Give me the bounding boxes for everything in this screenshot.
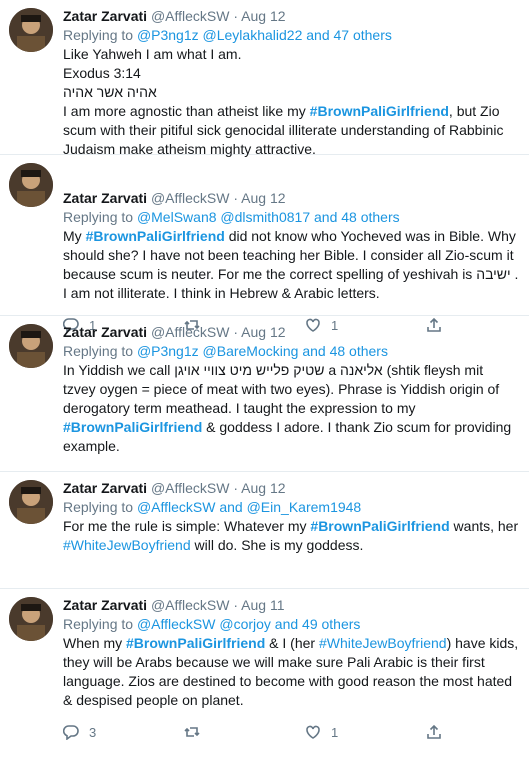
hashtag-link[interactable]: #BrownPaliGirlfriend	[86, 228, 225, 244]
tweet-date[interactable]: Aug 12	[241, 480, 285, 496]
tweet-header: Zatar Zarvati @AffleckSW · Aug 12	[63, 0, 519, 26]
handle[interactable]: @AffleckSW	[151, 324, 230, 340]
tweet-header: Zatar Zarvati @AffleckSW · Aug 11	[63, 589, 519, 615]
retweet-icon	[184, 727, 200, 737]
tweet[interactable]: Zatar Zarvati @AffleckSW · Aug 12 Replyi…	[0, 472, 529, 589]
text-segment: wants, her	[449, 518, 519, 534]
separator: ·	[233, 190, 239, 206]
avatar[interactable]	[9, 163, 53, 207]
replying-to-label: Replying to	[63, 209, 134, 225]
reply-icon	[63, 725, 79, 740]
share-icon	[427, 724, 441, 739]
avatar[interactable]	[9, 597, 53, 641]
handle[interactable]: @AffleckSW	[151, 597, 230, 613]
tweet-text: My #BrownPaliGirlfriend did not know who…	[63, 227, 519, 303]
handle[interactable]: @AffleckSW	[151, 190, 230, 206]
text-line: Like Yahweh I am what I am.	[63, 46, 242, 62]
handle[interactable]: @AffleckSW	[151, 8, 230, 24]
like-button[interactable]: 1	[305, 724, 426, 740]
replying-to-label: Replying to	[63, 343, 134, 359]
replying-to: Replying to @AffleckSW @corjoy and 49 ot…	[63, 615, 519, 634]
avatar[interactable]	[9, 480, 53, 524]
display-name[interactable]: Zatar Zarvati	[63, 8, 147, 24]
text-line: אהיה אשר אהיה	[63, 84, 157, 100]
text-segment: When my	[63, 635, 127, 651]
text-segment: My	[63, 228, 86, 244]
tweet-feed: Zatar Zarvati @AffleckSW · Aug 12 Replyi…	[0, 0, 529, 769]
tweet-text: For me the rule is simple: Whatever my #…	[63, 517, 519, 555]
tweet[interactable]: Zatar Zarvati @AffleckSW · Aug 12 Replyi…	[0, 316, 529, 472]
text-segment: I am more agnostic than atheist like my	[63, 103, 310, 119]
text-segment: will do. She is my goddess.	[190, 537, 364, 553]
replying-to-users[interactable]: @P3ng1z @Leylakhalid22 and 47 others	[137, 27, 392, 43]
replying-to-label: Replying to	[63, 616, 134, 632]
replying-to: Replying to @P3ng1z @Leylakhalid22 and 4…	[63, 26, 519, 45]
hashtag-link[interactable]: #WhiteJewBoyfriend	[319, 635, 447, 651]
tweet-header: Zatar Zarvati @AffleckSW · Aug 12	[63, 472, 519, 498]
replying-to-users[interactable]: @P3ng1z @BareMocking and 48 others	[137, 343, 388, 359]
like-count: 1	[331, 724, 339, 740]
share-button[interactable]	[426, 724, 442, 740]
tweet-date[interactable]: Aug 11	[241, 597, 284, 613]
tweet-date[interactable]: Aug 12	[241, 324, 285, 340]
text-segment: In Yiddish we call שטיק פלייש מיט צוויי …	[63, 362, 500, 416]
retweet-button[interactable]	[184, 724, 305, 740]
display-name[interactable]: Zatar Zarvati	[63, 597, 147, 613]
tweet-date[interactable]: Aug 12	[241, 190, 285, 206]
display-name[interactable]: Zatar Zarvati	[63, 190, 147, 206]
separator: ·	[233, 480, 239, 496]
display-name[interactable]: Zatar Zarvati	[63, 324, 147, 340]
text-segment: & I (her	[265, 635, 319, 651]
avatar[interactable]	[9, 8, 53, 52]
tweet-header: Zatar Zarvati @AffleckSW · Aug 12	[63, 316, 519, 342]
reply-button[interactable]: 3	[63, 724, 184, 740]
tweet-date[interactable]: Aug 12	[241, 8, 285, 24]
text-line: Exodus 3:14	[63, 65, 141, 81]
replying-to: Replying to @P3ng1z @BareMocking and 48 …	[63, 342, 519, 361]
tweet-text: Like Yahweh I am what I am. Exodus 3:14 …	[63, 45, 519, 159]
hashtag-link[interactable]: #BrownPaliGirlfriend	[310, 103, 449, 119]
display-name[interactable]: Zatar Zarvati	[63, 480, 147, 496]
replying-to-label: Replying to	[63, 27, 134, 43]
avatar[interactable]	[9, 324, 53, 368]
separator: ·	[233, 8, 239, 24]
separator: ·	[233, 597, 239, 613]
tweet-text: In Yiddish we call שטיק פלייש מיט צוויי …	[63, 361, 519, 456]
reply-count: 3	[89, 724, 97, 740]
handle[interactable]: @AffleckSW	[151, 480, 230, 496]
tweet[interactable]: Zatar Zarvati @AffleckSW · Aug 12 Replyi…	[0, 155, 529, 333]
hashtag-link[interactable]: #WhiteJewBoyfriend	[63, 537, 191, 553]
heart-icon	[306, 725, 320, 739]
replying-to-users[interactable]: @MelSwan8 @dlsmith0817 and 48 others	[137, 209, 400, 225]
replying-to-users[interactable]: @AffleckSW @corjoy and 49 others	[137, 616, 360, 632]
tweet-actions: 3 1	[63, 716, 519, 748]
separator: ·	[233, 324, 239, 340]
replying-to-users[interactable]: @AffleckSW and @Ein_Karem1948	[137, 499, 361, 515]
replying-to: Replying to @MelSwan8 @dlsmith0817 and 4…	[63, 208, 519, 227]
hashtag-link[interactable]: #BrownPaliGirlfriend	[126, 635, 265, 651]
text-segment: For me the rule is simple: Whatever my	[63, 518, 311, 534]
tweet-text: When my #BrownPaliGirlfriend & I (her #W…	[63, 634, 519, 710]
tweet[interactable]: Zatar Zarvati @AffleckSW · Aug 11 Replyi…	[0, 589, 529, 769]
replying-to-label: Replying to	[63, 499, 134, 515]
tweet-header: Zatar Zarvati @AffleckSW · Aug 12	[63, 155, 519, 208]
tweet[interactable]: Zatar Zarvati @AffleckSW · Aug 12 Replyi…	[0, 0, 529, 157]
hashtag-link[interactable]: #BrownPaliGirlfriend	[63, 419, 202, 435]
replying-to: Replying to @AffleckSW and @Ein_Karem194…	[63, 498, 519, 517]
hashtag-link[interactable]: #BrownPaliGirlfriend	[310, 518, 449, 534]
